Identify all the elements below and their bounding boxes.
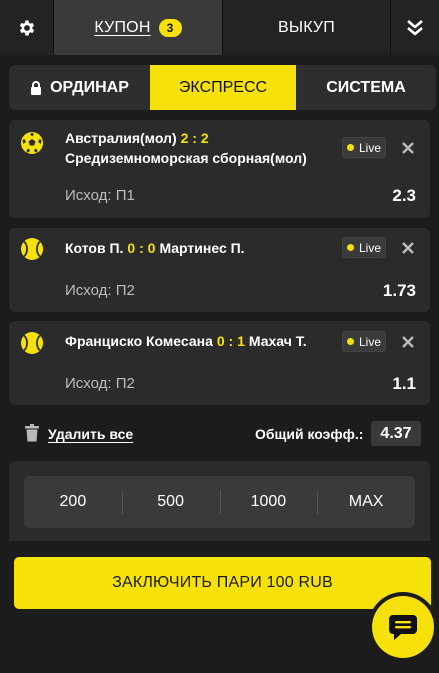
live-badge: Live bbox=[342, 237, 386, 258]
outcome-label: Исход: bbox=[65, 375, 112, 392]
bet-type-single[interactable]: ОРДИНАР bbox=[9, 65, 150, 110]
stake-option-max[interactable]: MAX bbox=[317, 476, 415, 528]
delete-all-link[interactable]: Удалить все bbox=[48, 426, 133, 442]
tab-buyout[interactable]: ВЫКУП bbox=[223, 0, 391, 55]
team-2: Средиземноморская сборная(мол) bbox=[65, 150, 307, 166]
top-bar: КУПОН 3 ВЫКУП bbox=[0, 0, 439, 55]
lock-icon bbox=[31, 80, 42, 95]
tennis-ball-icon bbox=[21, 238, 43, 260]
coupon-count-badge: 3 bbox=[158, 18, 182, 37]
live-label: Live bbox=[358, 240, 381, 255]
tab-coupon-label: КУПОН bbox=[94, 18, 151, 36]
trash-icon[interactable] bbox=[24, 424, 40, 442]
outcome-value: П1 bbox=[115, 187, 135, 204]
chat-icon bbox=[389, 615, 417, 640]
tab-buyout-label: ВЫКУП bbox=[278, 18, 335, 36]
close-icon[interactable] bbox=[401, 241, 415, 255]
match-score: 0 : 0 bbox=[127, 240, 156, 256]
live-dot bbox=[346, 338, 354, 345]
odd-value: 1.73 bbox=[382, 281, 416, 300]
tab-coupon[interactable]: КУПОН 3 bbox=[54, 0, 223, 55]
tennis-ball-icon bbox=[21, 332, 43, 354]
team-1: Австралия(мол) bbox=[65, 130, 177, 146]
odd-value: 2.3 bbox=[392, 186, 416, 205]
collapse-button[interactable] bbox=[391, 0, 439, 55]
bet-type-express[interactable]: ЭКСПРЕСС bbox=[150, 65, 296, 110]
team-1: Котов П. bbox=[65, 240, 124, 256]
outcome: Исход: П2 bbox=[65, 375, 135, 392]
bet-card: Австралия(мол) 2 : 2 Средиземноморская сб… bbox=[9, 120, 430, 218]
outcome: Исход: П2 bbox=[65, 282, 135, 299]
gear-icon bbox=[19, 20, 34, 35]
place-bet-button[interactable]: ЗАКЛЮЧИТЬ ПАРИ 100 RUB bbox=[14, 557, 431, 609]
team-1: Франциско Комесана bbox=[65, 333, 213, 349]
bet-type-single-label: ОРДИНАР bbox=[50, 78, 129, 96]
stake-option-200[interactable]: 200 bbox=[24, 476, 122, 528]
odd-value: 1.1 bbox=[392, 374, 416, 393]
outcome: Исход: П1 bbox=[65, 187, 135, 204]
live-label: Live bbox=[358, 334, 381, 349]
total-odds-value: 4.37 bbox=[371, 421, 421, 446]
live-badge: Live bbox=[342, 331, 386, 352]
bet-type-selector: ОРДИНАР ЭКСПРЕСС СИСТЕМА bbox=[9, 65, 436, 110]
outcome-value: П2 bbox=[115, 375, 135, 392]
team-2: Махач Т. bbox=[248, 333, 307, 349]
chat-button[interactable] bbox=[372, 596, 434, 658]
stake-panel: 200 500 1000 MAX bbox=[9, 461, 430, 541]
outcome-value: П2 bbox=[115, 282, 135, 299]
outcome-label: Исход: bbox=[65, 187, 112, 204]
quick-stakes: 200 500 1000 MAX bbox=[24, 476, 415, 528]
close-icon[interactable] bbox=[401, 335, 415, 349]
bet-card: Котов П. 0 : 0 Мартинес П. Live Исход: П2 … bbox=[9, 228, 430, 312]
team-2: Мартинес П. bbox=[159, 240, 245, 256]
bet-type-system-label: СИСТЕМА bbox=[326, 78, 406, 96]
live-badge: Live bbox=[342, 137, 386, 158]
coupon-summary: Удалить все Общий коэфф.: 4.37 bbox=[0, 420, 439, 450]
bet-type-system[interactable]: СИСТЕМА bbox=[296, 65, 436, 110]
bet-type-express-label: ЭКСПРЕСС bbox=[178, 78, 268, 96]
football-icon bbox=[21, 132, 43, 154]
match-line-1: Австралия(мол) 2 : 2 bbox=[65, 128, 307, 148]
live-dot bbox=[346, 244, 354, 251]
double-chevron-down-icon bbox=[407, 19, 423, 35]
match-score: 0 : 1 bbox=[216, 333, 245, 349]
close-icon[interactable] bbox=[401, 141, 415, 155]
stake-option-500[interactable]: 500 bbox=[121, 476, 220, 528]
live-label: Live bbox=[358, 140, 381, 155]
live-dot bbox=[346, 144, 354, 151]
settings-button[interactable] bbox=[0, 0, 54, 55]
match-score: 2 : 2 bbox=[180, 130, 209, 146]
total-odds-label: Общий коэфф.: bbox=[255, 426, 364, 442]
stake-option-1000[interactable]: 1000 bbox=[219, 476, 318, 528]
outcome-label: Исход: bbox=[65, 282, 112, 299]
bet-card: Франциско Комесана 0 : 1 Махач Т. Live Исх… bbox=[9, 321, 430, 405]
